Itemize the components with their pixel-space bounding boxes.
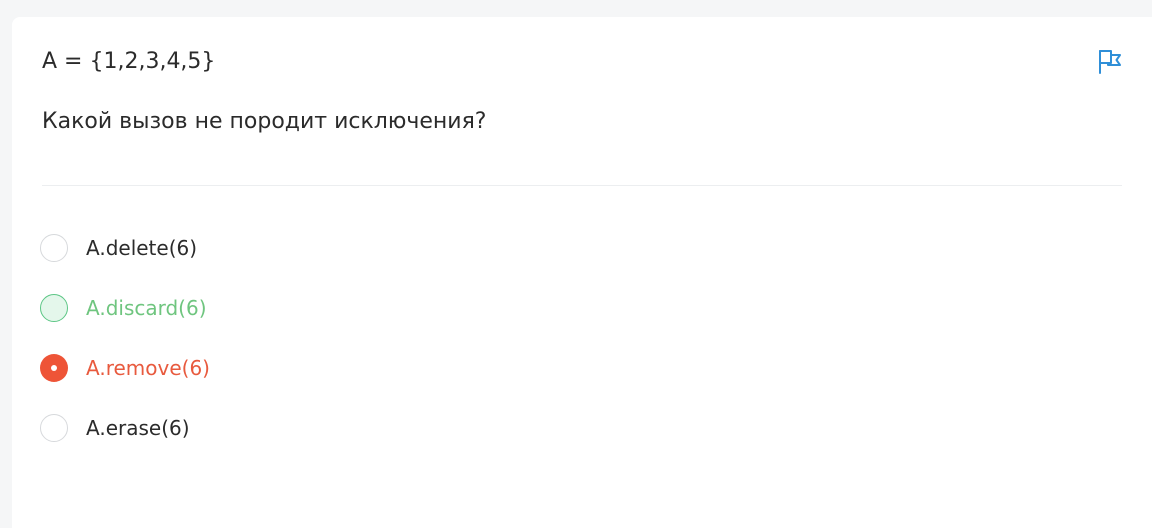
option-label: A.remove(6) <box>86 356 210 380</box>
question-card: A = {1,2,3,4,5} Какой вызов не породит и… <box>12 17 1152 528</box>
option-delete[interactable]: A.delete(6) <box>40 232 540 292</box>
divider <box>42 185 1122 186</box>
option-label: A.delete(6) <box>86 236 198 260</box>
option-remove[interactable]: A.remove(6) <box>40 352 540 412</box>
question-prompt: Какой вызов не породит исключения? <box>42 109 487 134</box>
radio-button-selected[interactable] <box>40 354 68 382</box>
flag-icon[interactable] <box>1096 47 1124 75</box>
radio-button[interactable] <box>40 414 68 442</box>
option-label: A.discard(6) <box>86 296 207 320</box>
radio-dot <box>51 365 57 371</box>
option-erase[interactable]: A.erase(6) <box>40 412 540 472</box>
radio-button-correct[interactable] <box>40 294 68 322</box>
option-label: A.erase(6) <box>86 416 190 440</box>
question-statement: A = {1,2,3,4,5} <box>42 49 216 74</box>
radio-button[interactable] <box>40 234 68 262</box>
option-discard[interactable]: A.discard(6) <box>40 292 540 352</box>
answer-options: A.delete(6) A.discard(6) A.remove(6) A.e… <box>40 232 540 472</box>
